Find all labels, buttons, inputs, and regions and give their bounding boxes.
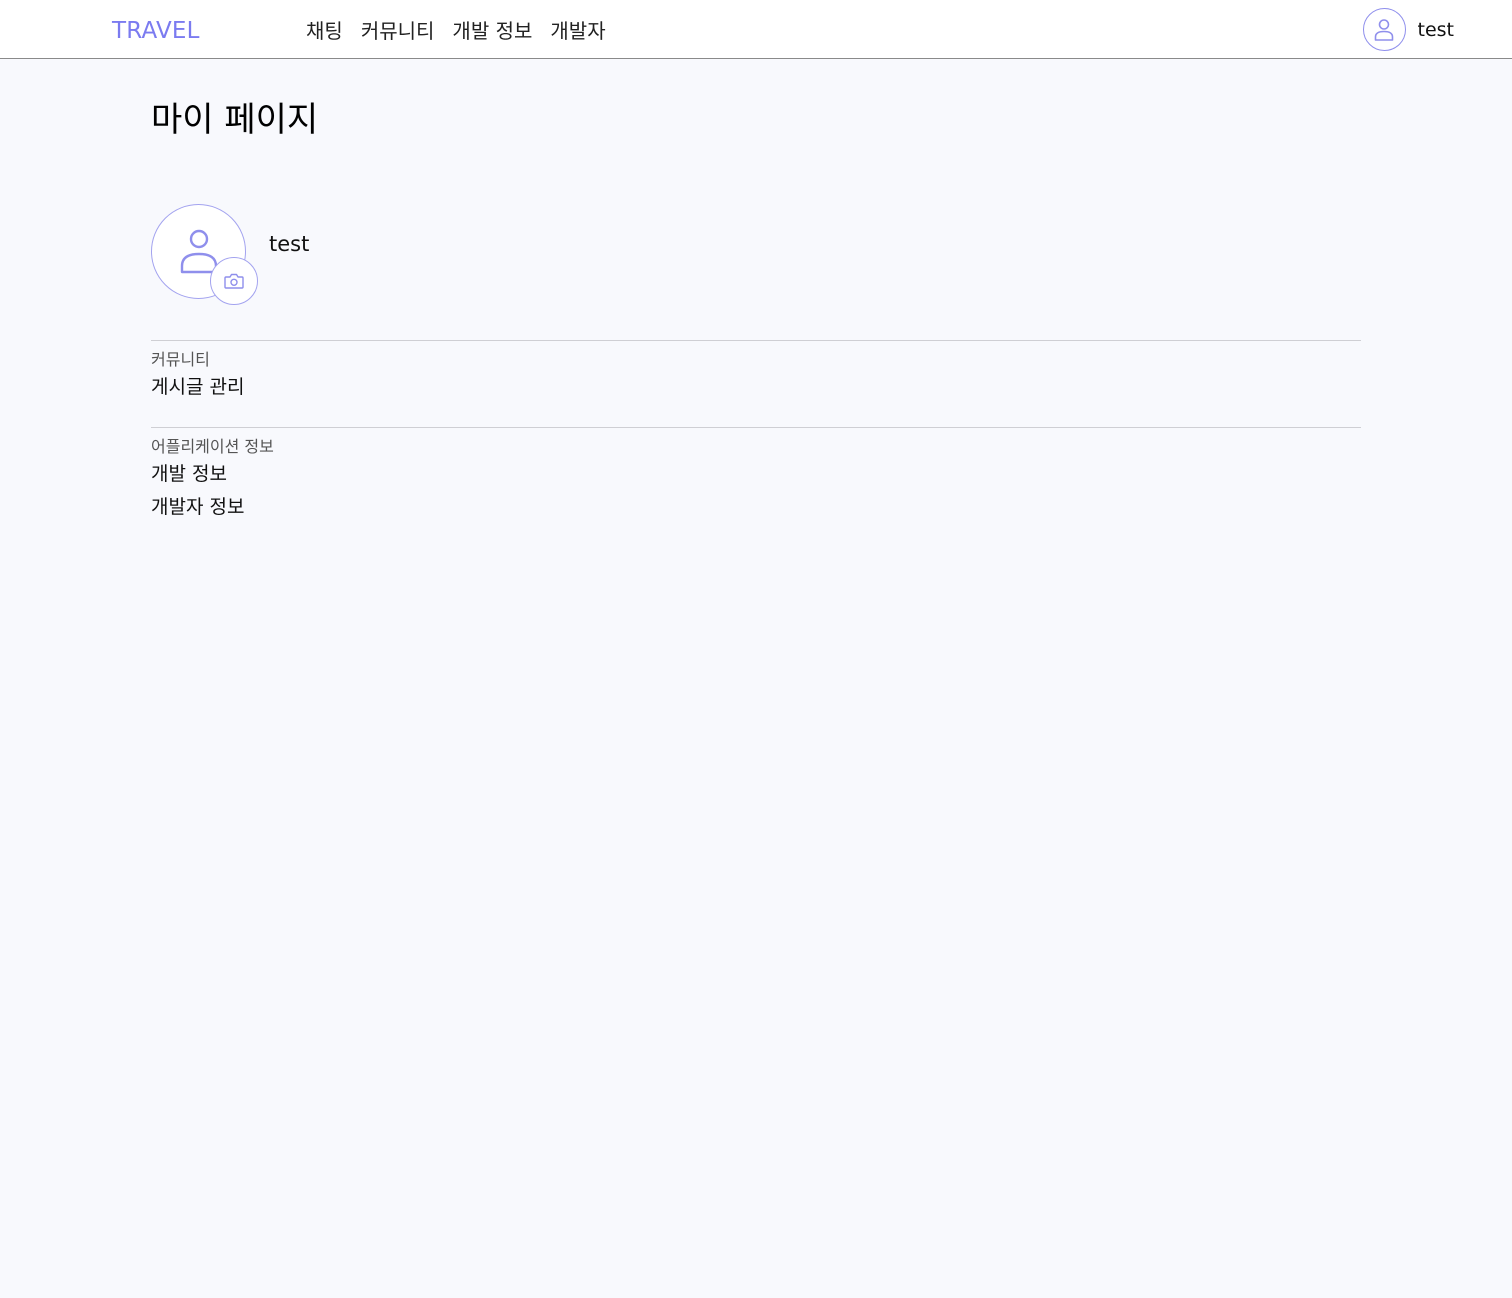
section-app-info: 어플리케이션 정보 개발 정보 개발자 정보 [151,427,1361,524]
menu-item-developer-info[interactable]: 개발자 정보 [151,491,1361,524]
section-heading: 커뮤니티 [151,350,210,369]
profile-username: test [269,232,310,256]
page-title: 마이 페이지 [151,100,319,140]
camera-icon [224,273,244,289]
user-name[interactable]: test [1418,19,1455,41]
nav-item-community[interactable]: 커뮤니티 [361,17,435,45]
user-avatar[interactable] [1362,8,1406,51]
main-nav: 채팅 커뮤니티 개발 정보 개발자 [306,17,606,45]
menu-item-dev-info[interactable]: 개발 정보 [151,458,1361,491]
change-photo-button[interactable] [210,257,258,305]
user-menu[interactable]: test [1362,8,1455,51]
brand-logo-link[interactable]: TRAVEL [112,16,200,46]
nav-item-dev-info[interactable]: 개발 정보 [452,17,532,45]
section-community: 커뮤니티 게시글 관리 [151,340,1361,404]
user-icon [1374,18,1394,41]
menu-item-manage-posts[interactable]: 게시글 관리 [151,371,1361,404]
top-navigation-bar: TRAVEL 채팅 커뮤니티 개발 정보 개발자 test [0,0,1512,59]
nav-item-developers[interactable]: 개발자 [550,17,605,45]
profile-card: test [151,204,451,314]
nav-item-chat[interactable]: 채팅 [306,17,343,45]
section-heading: 어플리케이션 정보 [151,437,274,456]
